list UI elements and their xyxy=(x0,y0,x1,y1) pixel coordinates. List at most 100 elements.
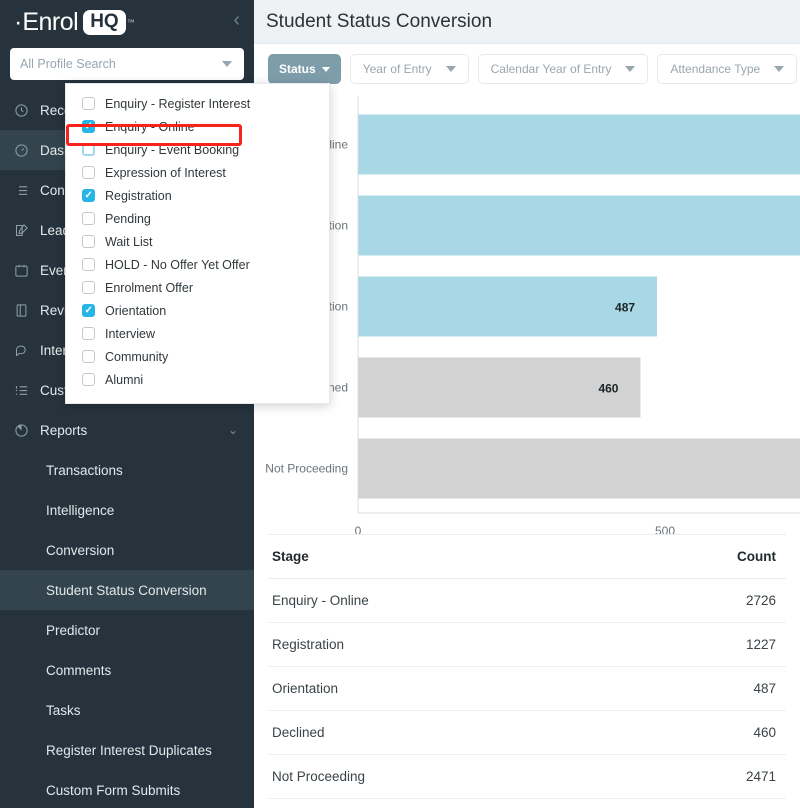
edit-icon xyxy=(14,223,40,238)
checkbox-icon[interactable] xyxy=(82,281,95,294)
status-option-wait-list[interactable]: Wait List xyxy=(66,230,329,253)
status-option-alumni[interactable]: Alumni xyxy=(66,368,329,391)
status-filter-dropdown[interactable]: Enquiry - Register Interest Enquiry - Onl… xyxy=(65,83,330,404)
chevron-down-icon xyxy=(774,66,784,72)
brand-header: · Enrol HQ ™ ‹ xyxy=(0,0,254,44)
status-option-label: Registration xyxy=(105,189,172,203)
sidebar-subnav: Transactions IntelligenceConversion Studen… xyxy=(0,450,254,808)
checkbox-icon[interactable] xyxy=(82,143,95,156)
column-header-count[interactable]: Count xyxy=(612,535,786,579)
table-row[interactable]: Declined460 xyxy=(268,711,786,755)
filter-chip-calendar-year-of-entry[interactable]: Calendar Year of Entry xyxy=(478,54,649,84)
status-option-label: Alumni xyxy=(105,373,143,387)
sidebar-subitem-custom-form-submits[interactable]: Custom Form Submits xyxy=(0,770,254,808)
sidebar-collapse-icon[interactable]: ‹ xyxy=(233,10,240,30)
checkbox-icon[interactable] xyxy=(82,189,95,202)
sidebar-subitem-intelligence[interactable]: Intelligence xyxy=(0,490,254,530)
checkbox-icon[interactable] xyxy=(82,97,95,110)
sidebar-subitem-conversion[interactable]: Conversion xyxy=(0,530,254,570)
status-option-community[interactable]: Community xyxy=(66,345,329,368)
status-option-label: Enquiry - Online xyxy=(105,120,195,134)
conversion-bar-chart: nlineation1227ation487Declined460Not Pro… xyxy=(254,94,800,534)
status-option-registration[interactable]: Registration xyxy=(66,184,329,207)
chart-bar[interactable] xyxy=(358,439,800,499)
chevron-down-icon[interactable] xyxy=(222,61,232,67)
brand-badge: HQ xyxy=(83,10,126,35)
cell-count: 1227 xyxy=(612,623,786,667)
checkbox-icon[interactable] xyxy=(82,373,95,386)
sidebar-subitem-comments[interactable]: Comments xyxy=(0,650,254,690)
checkbox-icon[interactable] xyxy=(82,327,95,340)
sidebar-subitem-register-interest-duplicates[interactable]: Register Interest Duplicates xyxy=(0,730,254,770)
cell-stage: Orientation xyxy=(268,667,612,711)
checkbox-icon[interactable] xyxy=(82,350,95,363)
filter-chip-label: Status xyxy=(279,62,316,76)
search-placeholder-text: All Profile Search xyxy=(20,57,116,71)
status-option-enrolment-offer[interactable]: Enrolment Offer xyxy=(66,276,329,299)
status-option-expression-of-interest[interactable]: Expression of Interest xyxy=(66,161,329,184)
table-row[interactable]: Enquiry - Online2726 xyxy=(268,579,786,623)
status-option-label: Enquiry - Register Interest xyxy=(105,97,250,111)
sidebar-subitem-predictor[interactable]: Predictor xyxy=(0,610,254,650)
book-icon xyxy=(14,303,40,318)
chart-bar[interactable] xyxy=(358,115,800,175)
sidebar-subitem-label: Transactions xyxy=(46,463,123,478)
clock-icon xyxy=(14,103,40,118)
status-option-label: Interview xyxy=(105,327,155,341)
status-option-interview[interactable]: Interview xyxy=(66,322,329,345)
sidebar-subitem-label: Tasks xyxy=(46,703,81,718)
sidebar-subitem-label: Register Interest Duplicates xyxy=(46,743,212,758)
forms-icon xyxy=(14,383,40,398)
chart-x-tick-label: 500 xyxy=(655,524,675,534)
cell-stage: Not Proceeding xyxy=(268,755,612,799)
trademark-mark: ™ xyxy=(127,18,135,27)
table-row[interactable]: Orientation487 xyxy=(268,667,786,711)
status-option-label: Community xyxy=(105,350,168,364)
sidebar-subitem-label: Custom Form Submits xyxy=(46,783,180,798)
status-option-label: Enrolment Offer xyxy=(105,281,193,295)
pie-chart-icon xyxy=(14,423,40,438)
status-option-label: HOLD - No Offer Yet Offer xyxy=(105,258,250,272)
sidebar-subitem-student-status-conversion[interactable]: Student Status Conversion xyxy=(0,570,254,610)
checkbox-icon[interactable] xyxy=(82,166,95,179)
stage-count-table-container: Stage Count Enquiry - Online2726Registra… xyxy=(254,534,800,799)
filter-chip-status[interactable]: Status xyxy=(268,54,341,84)
caret-down-icon xyxy=(322,67,330,72)
status-option-hold-no-offer-yet-offer[interactable]: HOLD - No Offer Yet Offer xyxy=(66,253,329,276)
column-header-stage[interactable]: Stage xyxy=(268,535,612,579)
checkbox-icon[interactable] xyxy=(82,235,95,248)
chevron-icon[interactable]: ⌄ xyxy=(228,423,238,437)
filter-chip-label: Year of Entry xyxy=(363,62,432,76)
checkbox-icon[interactable] xyxy=(82,304,95,317)
status-option-orientation[interactable]: Orientation xyxy=(66,299,329,322)
app-root: · Enrol HQ ™ ‹ All Profile Search Recent… xyxy=(0,0,800,808)
status-option-label: Expression of Interest xyxy=(105,166,226,180)
filter-chip-attendance-type[interactable]: Attendance Type xyxy=(657,54,797,84)
table-row[interactable]: Not Proceeding2471 xyxy=(268,755,786,799)
status-option-enquiry-event-booking[interactable]: Enquiry - Event Booking xyxy=(66,138,329,161)
all-profile-search-input[interactable]: All Profile Search xyxy=(10,48,244,80)
main-content: Student Status Conversion Status Year of … xyxy=(254,0,800,808)
checkbox-icon[interactable] xyxy=(82,120,95,133)
checkbox-icon[interactable] xyxy=(82,258,95,271)
sidebar-subitem-tasks[interactable]: Tasks xyxy=(0,690,254,730)
chart-bar[interactable] xyxy=(358,277,657,337)
stage-count-table: Stage Count Enquiry - Online2726Registra… xyxy=(268,534,786,799)
cell-count: 2471 xyxy=(612,755,786,799)
filter-chip-year-of-entry[interactable]: Year of Entry xyxy=(350,54,469,84)
status-option-label: Pending xyxy=(105,212,151,226)
sidebar-item-reports[interactable]: Reports⌄ xyxy=(0,410,254,450)
table-header-row: Stage Count xyxy=(268,535,786,579)
page-header: Student Status Conversion xyxy=(254,0,800,44)
chart-svg: nlineation1227ation487Declined460Not Pro… xyxy=(254,94,800,534)
sidebar-subitem-transactions[interactable]: Transactions xyxy=(0,450,254,490)
chart-bar[interactable] xyxy=(358,196,800,256)
checkbox-icon[interactable] xyxy=(82,212,95,225)
status-option-enquiry-online[interactable]: Enquiry - Online xyxy=(66,115,329,138)
sidebar-subitem-label: Student Status Conversion xyxy=(46,583,207,598)
chevron-down-icon xyxy=(446,66,456,72)
status-option-enquiry-register-interest[interactable]: Enquiry - Register Interest xyxy=(66,92,329,115)
status-option-label: Enquiry - Event Booking xyxy=(105,143,239,157)
status-option-pending[interactable]: Pending xyxy=(66,207,329,230)
table-row[interactable]: Registration1227 xyxy=(268,623,786,667)
